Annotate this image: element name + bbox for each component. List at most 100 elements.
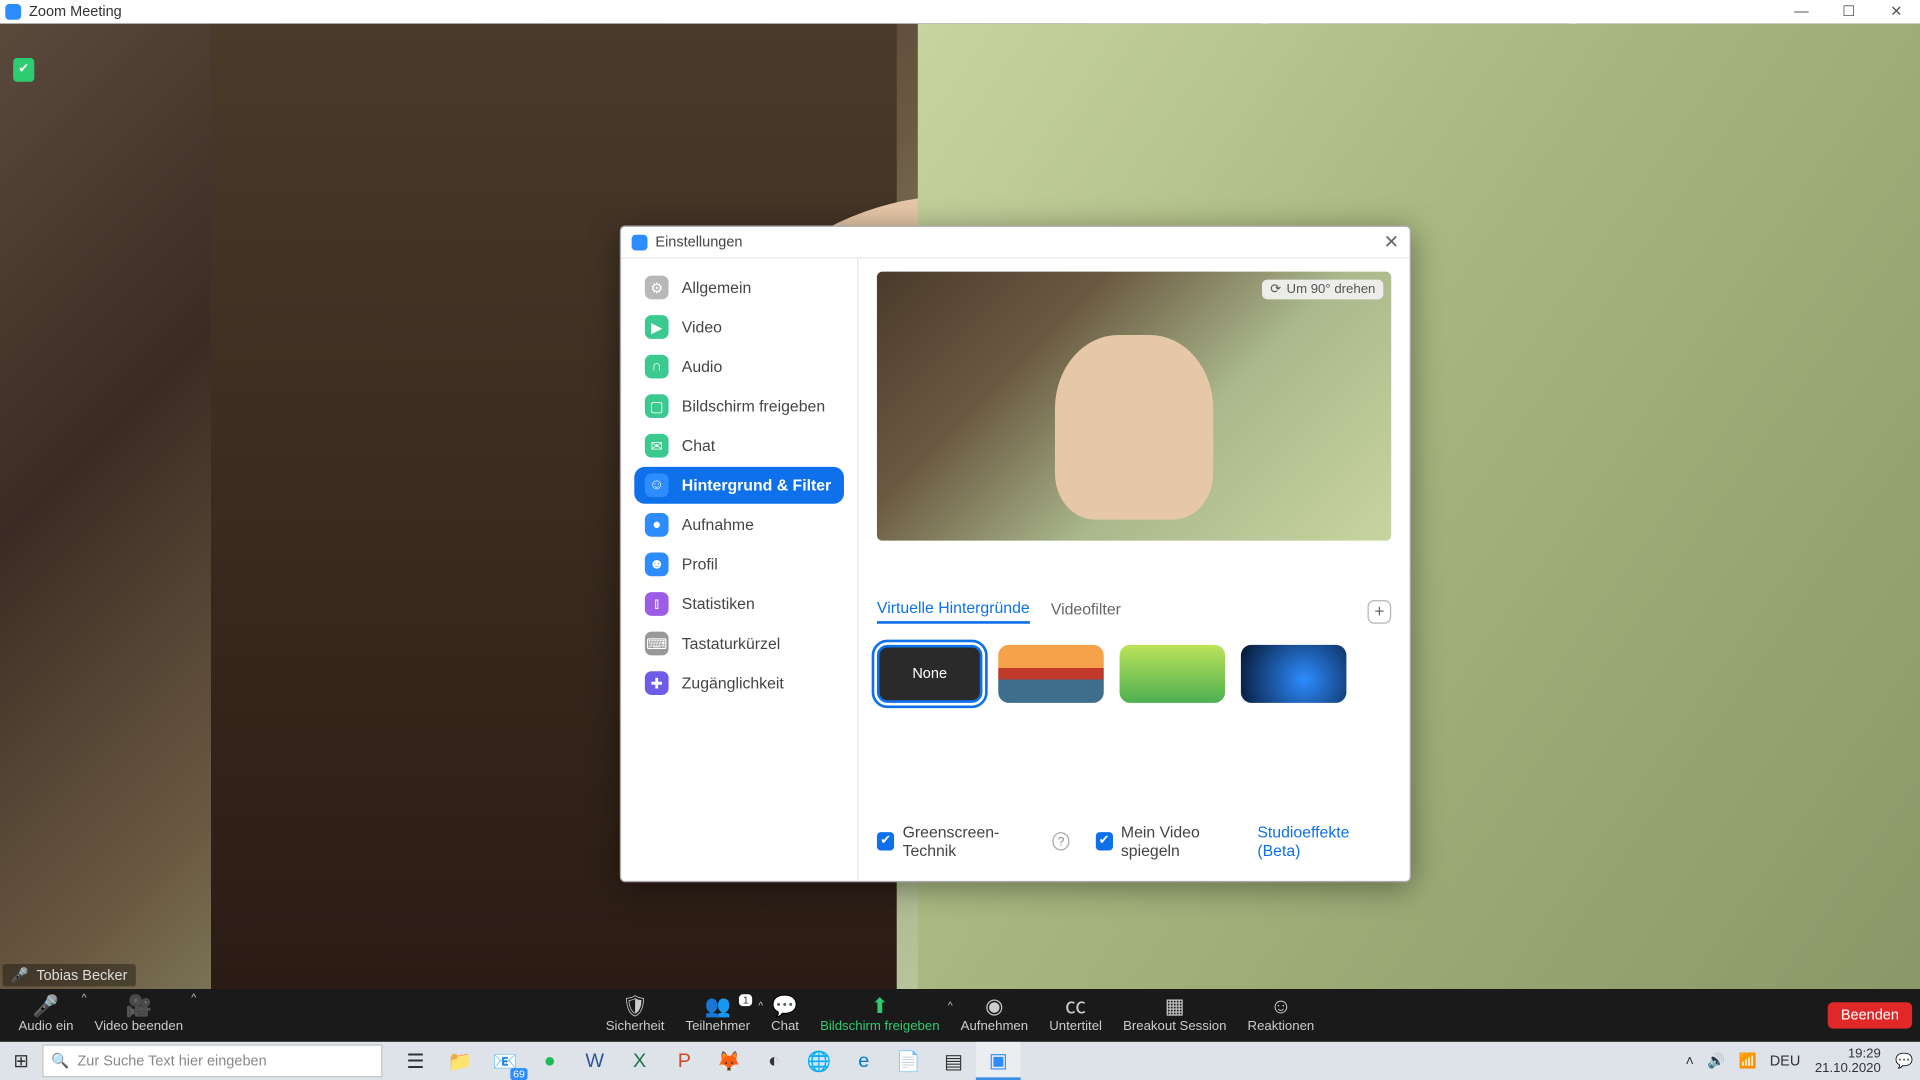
settings-title: Einstellungen	[655, 234, 742, 250]
task-view-icon[interactable]: ☰	[393, 1042, 438, 1080]
maximize-button[interactable]: ☐	[1825, 0, 1872, 24]
security-label: Sicherheit	[606, 1019, 665, 1034]
background-none[interactable]: None	[877, 645, 982, 703]
fullscreen-icon[interactable]: ⤢	[1889, 58, 1904, 80]
chevron-up-icon[interactable]: ^	[191, 992, 196, 1004]
accessibility-icon: ✚	[645, 671, 669, 695]
sidebar-item-profile[interactable]: ☻Profil	[634, 546, 844, 583]
spotify-icon[interactable]: ●	[527, 1042, 572, 1080]
person-icon: ☺	[645, 473, 669, 497]
reactions-button[interactable]: ☺Reaktionen	[1237, 997, 1325, 1034]
mail-icon[interactable]: 📧69	[483, 1042, 528, 1080]
tray-chevron-up-icon[interactable]: ˄	[1679, 1053, 1701, 1069]
help-icon[interactable]: ?	[1052, 832, 1070, 850]
notepad-icon[interactable]: 📄	[886, 1042, 931, 1080]
edge-icon[interactable]: e	[841, 1042, 886, 1080]
sidebar-item-video[interactable]: ▶Video	[634, 309, 844, 346]
background-space[interactable]	[1241, 645, 1346, 703]
rotate-label: Um 90° drehen	[1287, 282, 1376, 297]
add-background-button[interactable]: +	[1367, 599, 1391, 623]
share-screen-button[interactable]: ⬆Bildschirm freigeben^	[810, 997, 951, 1034]
start-button[interactable]: ⊞	[0, 1050, 42, 1072]
sidebar-item-general[interactable]: ⚙Allgemein	[634, 269, 844, 306]
sidebar-item-recording[interactable]: ●Aufnahme	[634, 506, 844, 543]
gear-icon: ⚙	[645, 276, 669, 300]
sidebar-item-accessibility[interactable]: ✚Zugänglichkeit	[634, 665, 844, 702]
obs-icon[interactable]: ◐	[752, 1042, 797, 1080]
studio-effects-link[interactable]: Studioeffekte (Beta)	[1257, 823, 1391, 860]
mail-badge: 69	[510, 1068, 527, 1080]
firefox-icon[interactable]: 🦊	[707, 1042, 752, 1080]
share-label: Bildschirm freigeben	[820, 1019, 939, 1034]
volume-icon[interactable]: 🔊	[1701, 1052, 1732, 1069]
cc-icon: ㏄	[1065, 997, 1086, 1018]
notifications-icon[interactable]: 💬	[1889, 1052, 1920, 1069]
background-grass[interactable]	[1120, 645, 1225, 703]
breakout-button[interactable]: ▦Breakout Session	[1113, 997, 1237, 1034]
greenscreen-checkbox[interactable]: ✔	[877, 832, 895, 850]
window-titlebar: Zoom Meeting — ☐ ✕	[0, 0, 1920, 24]
video-button[interactable]: 🎥Video beenden^	[84, 989, 194, 1042]
word-icon[interactable]: W	[572, 1042, 617, 1080]
share-icon: ▢	[645, 394, 669, 418]
encryption-shield-icon[interactable]: ✔	[13, 58, 34, 82]
zoom-icon	[5, 4, 21, 20]
tab-video-filters[interactable]: Videofilter	[1051, 600, 1121, 622]
windows-taskbar: ⊞ 🔍 Zur Suche Text hier eingeben ☰ 📁 📧69…	[0, 1042, 1920, 1080]
sidebar-item-label: Statistiken	[682, 595, 755, 613]
mic-muted-icon: 🎤	[11, 968, 29, 984]
taskbar-search[interactable]: 🔍 Zur Suche Text hier eingeben	[42, 1044, 382, 1077]
chat-icon: ✉	[645, 434, 669, 458]
keyboard-icon: ⌨	[645, 632, 669, 656]
rotate-button[interactable]: ⟳ Um 90° drehen	[1262, 280, 1383, 300]
record-button[interactable]: ◉Aufnehmen	[950, 997, 1039, 1034]
sidebar-item-share-screen[interactable]: ▢Bildschirm freigeben	[634, 388, 844, 425]
breakout-label: Breakout Session	[1123, 1019, 1226, 1034]
taskbar-clock[interactable]: 19:29 21.10.2020	[1807, 1046, 1889, 1075]
sidebar-item-statistics[interactable]: ⫾Statistiken	[634, 586, 844, 623]
participants-button[interactable]: 👥Teilnehmer1^	[675, 997, 761, 1034]
minimize-button[interactable]: —	[1778, 0, 1825, 24]
video-preview: ⟳ Um 90° drehen	[877, 272, 1391, 541]
chat-label: Chat	[771, 1019, 799, 1034]
powerpoint-icon[interactable]: P	[662, 1042, 707, 1080]
background-golden-gate[interactable]	[998, 645, 1103, 703]
sidebar-item-background-filter[interactable]: ☺Hintergrund & Filter	[634, 467, 844, 504]
participants-count: 1	[739, 994, 753, 1006]
input-lang[interactable]: DEU	[1763, 1053, 1807, 1069]
participants-label: Teilnehmer	[685, 1019, 750, 1034]
security-button[interactable]: 🛡Sicherheit	[595, 997, 675, 1034]
grid-icon: ▦	[1165, 997, 1185, 1018]
sidebar-item-label: Tastaturkürzel	[682, 634, 781, 652]
clock-time: 19:29	[1815, 1046, 1881, 1061]
system-tray: ˄ 🔊 📶 DEU 19:29 21.10.2020 💬	[1679, 1046, 1920, 1075]
app-icon[interactable]: ▤	[931, 1042, 976, 1080]
chat-button[interactable]: 💬Chat	[761, 997, 810, 1034]
rotate-icon: ⟳	[1270, 282, 1281, 297]
excel-icon[interactable]: X	[617, 1042, 662, 1080]
cc-label: Untertitel	[1049, 1019, 1102, 1034]
wifi-icon[interactable]: 📶	[1732, 1052, 1763, 1069]
zoom-toolbar: 🎤Audio ein^ 🎥Video beenden^ 🛡Sicherheit …	[0, 989, 1920, 1042]
explorer-icon[interactable]: 📁	[438, 1042, 483, 1080]
audio-button[interactable]: 🎤Audio ein^	[8, 989, 84, 1042]
video-label: Video beenden	[95, 1019, 183, 1034]
zoom-taskbar-icon[interactable]: ▣	[976, 1042, 1021, 1080]
close-window-button[interactable]: ✕	[1873, 0, 1920, 24]
wall-decor-2	[1536, 127, 1909, 500]
settings-sidebar: ⚙Allgemein ▶Video ∩Audio ▢Bildschirm fre…	[621, 258, 858, 880]
mirror-checkbox[interactable]: ✔	[1095, 832, 1113, 850]
cc-button[interactable]: ㏄Untertitel	[1039, 997, 1113, 1034]
chrome-icon[interactable]: 🌐	[796, 1042, 841, 1080]
chat-icon: 💬	[772, 997, 798, 1018]
sidebar-item-audio[interactable]: ∩Audio	[634, 348, 844, 385]
settings-titlebar: Einstellungen ✕	[621, 227, 1410, 259]
sidebar-item-keyboard[interactable]: ⌨ Tastaturkürzel	[634, 625, 844, 662]
sidebar-item-label: Profil	[682, 555, 718, 573]
clock-date: 21.10.2020	[1815, 1061, 1881, 1076]
zoom-icon	[632, 234, 648, 250]
tab-virtual-backgrounds[interactable]: Virtuelle Hintergründe	[877, 599, 1030, 624]
end-meeting-button[interactable]: Beenden	[1828, 1002, 1912, 1028]
sidebar-item-chat[interactable]: ✉Chat	[634, 427, 844, 464]
close-icon[interactable]: ✕	[1384, 231, 1399, 253]
